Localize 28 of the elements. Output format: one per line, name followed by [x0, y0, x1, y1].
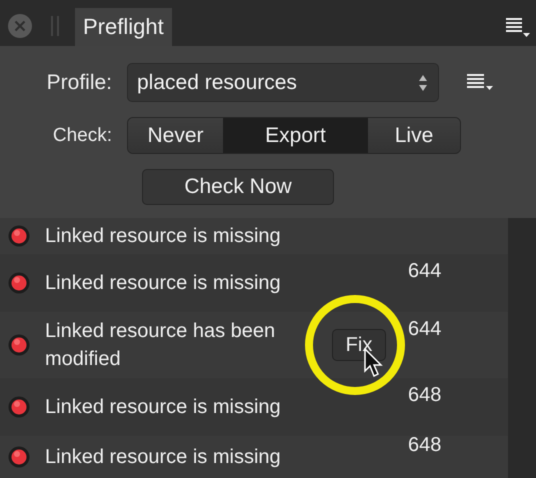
check-option[interactable]: Never: [128, 118, 223, 153]
issue-text: Linked resource is missing: [45, 395, 281, 420]
check-option[interactable]: Live: [368, 118, 460, 153]
check-option[interactable]: Export: [223, 118, 368, 153]
line-number: 648: [408, 434, 442, 457]
panel-tab[interactable]: Preflight: [75, 8, 172, 46]
error-dot-icon: [8, 396, 30, 418]
error-dot-icon: [8, 334, 30, 356]
menu-icon[interactable]: [506, 18, 530, 38]
issue-text: Linked resource is missing: [45, 445, 281, 470]
issue-text: Linked resource has been modified: [45, 319, 276, 372]
error-dot-icon: [8, 272, 30, 294]
fix-button[interactable]: Fix: [332, 329, 386, 361]
error-dot-icon: [8, 225, 30, 247]
check-now-button[interactable]: Check Now: [142, 169, 334, 205]
profile-label: Profile:: [46, 70, 113, 94]
issue-text: Linked resource is missing: [45, 224, 281, 249]
check-label: Check:: [52, 124, 113, 146]
profile-select[interactable]: placed resources: [127, 63, 439, 102]
line-number: 644: [408, 260, 442, 283]
grip-icon[interactable]: [51, 16, 59, 36]
profile-value: placed resources: [137, 70, 297, 94]
line-number: 648: [408, 384, 442, 407]
issue-text: Linked resource is missing: [45, 271, 281, 296]
line-number: 644: [408, 318, 442, 341]
updown-icon: [418, 72, 428, 92]
menu-icon[interactable]: [467, 74, 493, 92]
error-dot-icon: [8, 446, 30, 468]
